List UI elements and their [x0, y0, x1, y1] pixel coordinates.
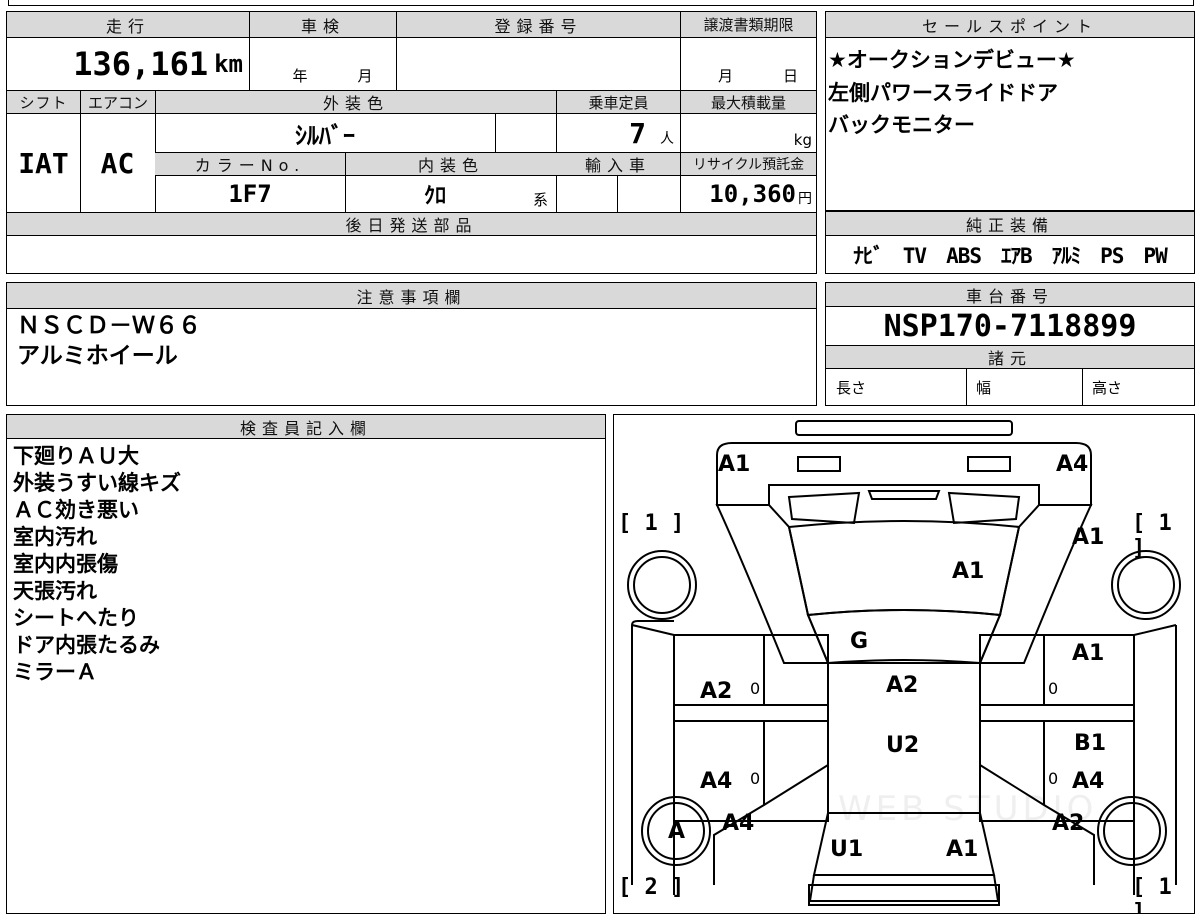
sales-line-1: ★オークションデビュー★ [828, 48, 1076, 72]
mark-rear-right: A1 [946, 837, 979, 862]
mileage-number: 136,161 [73, 45, 209, 83]
bracket-right-bottom: [ 1 ] [1132, 875, 1172, 914]
import-header: 輸入車 [556, 152, 680, 176]
max-load-header: 最大積載量 [680, 90, 816, 114]
transfer-deadline-header: 譲渡書類期限 [680, 12, 816, 38]
bracket-right-top: [ 1 ] [1132, 511, 1172, 561]
mark-windshield: G [850, 629, 869, 654]
mark-rear-left: U1 [830, 837, 864, 862]
recycle-number: 10,360 [709, 180, 796, 208]
zero-mark: 0 [750, 769, 761, 788]
interior-color-value: ｸﾛ [423, 184, 446, 209]
mileage-unit: km [214, 50, 243, 78]
capacity-value: 7人 [556, 114, 680, 152]
capacity-header: 乗車定員 [556, 90, 680, 114]
inspector-line: シートへたり [13, 606, 139, 630]
mark-front-left: A1 [718, 452, 751, 477]
sales-point-header: セールスポイント [826, 12, 1194, 38]
divider [495, 114, 496, 152]
transfer-deadline-value: 月 日 [680, 38, 816, 90]
max-load-value: kg [793, 131, 812, 149]
mark-left-rear-door: A4 [700, 769, 733, 794]
height-label: 高さ [1092, 378, 1123, 397]
mark-right-fender: A1 [1072, 525, 1105, 550]
inspector-line: ミラーＡ [13, 660, 97, 684]
inspector-line: 下廻りＡＵ大 [13, 444, 139, 468]
recycle-value: 10,360 円 [680, 176, 816, 212]
vehicle-info-table: 走行 車検 登録番号 譲渡書類期限 136,161 km 年 月 月 日 シフト … [6, 11, 817, 274]
ac-header: エアコン [80, 90, 155, 114]
mark-left-rear-wheel: A [668, 819, 686, 844]
mark-left-quarter: A4 [722, 811, 755, 836]
length-label: 長さ [836, 378, 867, 397]
equipment-header: 純正装備 [826, 212, 1194, 236]
interior-color-suffix: 系 [532, 191, 548, 209]
notes-line-2: アルミホイール [17, 343, 178, 369]
top-strip [8, 0, 1194, 6]
inspector-lines: 下廻りＡＵ大 外装うすい線キズ ＡＣ効き悪い 室内汚れ 室内内張傷 天張汚れ シ… [13, 443, 181, 686]
notes-box: 注意事項欄 ＮＳＣＤ－Ｗ６６ アルミホイール [6, 282, 817, 406]
inspector-line: 天張汚れ [13, 579, 97, 603]
mark-front-right: A4 [1056, 452, 1089, 477]
inspection-header: 車検 [249, 12, 396, 38]
shift-header: シフト [7, 90, 80, 114]
chassis-header: 車台番号 [826, 283, 1194, 307]
inspector-box: 検査員記入欄 下廻りＡＵ大 外装うすい線キズ ＡＣ効き悪い 室内汚れ 室内内張傷… [6, 414, 606, 914]
zero-mark: 0 [750, 679, 761, 698]
notes-header: 注意事項欄 [7, 283, 816, 309]
sales-point-box: セールスポイント ★オークションデビュー★ 左側パワースライドドア バックモニタ… [825, 11, 1195, 211]
mileage-value: 136,161 km [7, 38, 249, 90]
shift-value: IAT [18, 146, 69, 180]
exterior-color-value: ｼﾙﾊﾞｰ [295, 121, 355, 150]
capacity-number: 7 [629, 116, 646, 150]
inspector-line: ドア内張たるみ [13, 633, 160, 657]
transfer-month: 月 [717, 67, 733, 85]
capacity-unit: 人 [660, 131, 674, 147]
recycle-unit: 円 [798, 191, 812, 207]
chassis-number: NSP170-7118899 [883, 308, 1137, 344]
equipment-items: ﾅﾋﾞ TV ABS ｴｱB ｱﾙﾐ PS PW [853, 243, 1167, 268]
ac-value: AC [100, 146, 135, 180]
car-outline [627, 420, 1181, 906]
mark-right-rear-door: B1 [1074, 731, 1107, 756]
divider [617, 176, 618, 212]
chassis-box: 車台番号 NSP170-7118899 諸元 長さ 幅 高さ [825, 282, 1195, 406]
registration-header: 登録番号 [396, 12, 680, 38]
mark-rear-roof: U2 [886, 733, 920, 758]
equipment-box: 純正装備 ﾅﾋﾞ TV ABS ｴｱB ｱﾙﾐ PS PW [825, 211, 1195, 274]
sales-line-3: バックモニター [828, 113, 975, 137]
color-no-value: 1F7 [228, 180, 272, 208]
mark-hood: A1 [952, 559, 985, 584]
inspection-month: 月 [357, 67, 373, 85]
mark-roof: A2 [886, 673, 919, 698]
transfer-day: 日 [783, 67, 799, 85]
damage-diagram: A1 A4 A1 A1 G A1 A2 A2 B1 U2 A4 A4 A4 A2… [613, 414, 1195, 914]
later-parts-header: 後日発送部品 [7, 212, 816, 236]
sales-line-2: 左側パワースライドドア [828, 81, 1058, 105]
inspector-line: 外装うすい線キズ [13, 471, 181, 495]
inspector-line: ＡＣ効き悪い [13, 498, 139, 522]
bracket-left-bottom: [ 2 ] [618, 875, 685, 900]
mark-left-front-door: A2 [700, 679, 733, 704]
mileage-header: 走行 [7, 12, 249, 38]
notes-line-1: ＮＳＣＤ－Ｗ６６ [17, 313, 201, 339]
inspection-value: 年 月 [249, 38, 396, 90]
divider [396, 38, 397, 90]
bracket-left-top: [ 1 ] [618, 511, 685, 536]
width-label: 幅 [976, 378, 992, 397]
zero-mark: 0 [1048, 679, 1059, 698]
zero-mark: 0 [1048, 769, 1059, 788]
watermark: WEB STUDIO [838, 789, 1098, 829]
inspection-year: 年 [292, 67, 308, 85]
interior-color-header: 内装色 [345, 152, 556, 176]
inspector-line: 室内汚れ [13, 525, 97, 549]
color-no-header: カラーNo. [155, 152, 345, 176]
recycle-header: リサイクル預託金 [680, 152, 816, 176]
exterior-color-header: 外装色 [155, 90, 556, 114]
mark-right-front-door: A1 [1072, 641, 1105, 666]
specs-header: 諸元 [826, 345, 1194, 369]
inspector-line: 室内内張傷 [13, 552, 118, 576]
inspector-header: 検査員記入欄 [7, 415, 605, 439]
